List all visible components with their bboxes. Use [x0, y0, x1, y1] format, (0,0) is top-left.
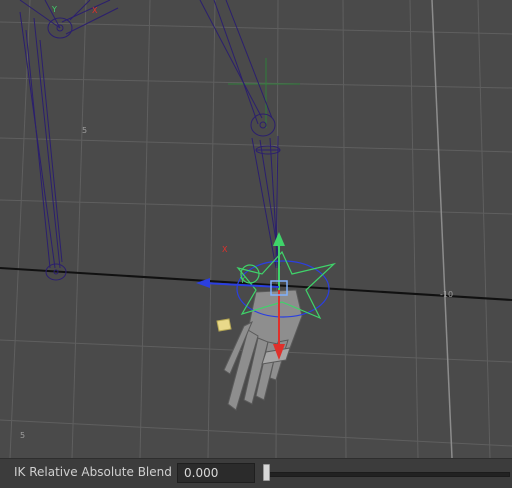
grid-label-upper-left: 5 — [82, 126, 87, 135]
top-axis-x-label: X — [92, 6, 98, 15]
ik-blend-slider-track[interactable] — [263, 472, 510, 477]
grid-label-lower-left: 5 — [20, 431, 25, 440]
ik-blend-slider-handle[interactable] — [263, 464, 270, 481]
ik-blend-label: IK Relative Absolute Blend — [14, 465, 172, 479]
viewport-scene[interactable]: 5 -10 5 Y X X Y — [0, 0, 512, 458]
3d-viewport[interactable]: 5 -10 5 Y X X Y — [0, 0, 512, 458]
attribute-bar: IK Relative Absolute Blend — [0, 458, 512, 488]
ik-blend-value-field[interactable] — [177, 463, 255, 483]
grid-axis-vertical — [431, 0, 453, 458]
grid-label-right-axis: -10 — [440, 290, 453, 299]
top-axis-y-label: Y — [51, 5, 57, 14]
gizmo-y-label: Y — [239, 276, 245, 285]
gizmo-x-label: X — [222, 245, 228, 254]
pole-vector-icon[interactable] — [216, 318, 232, 332]
